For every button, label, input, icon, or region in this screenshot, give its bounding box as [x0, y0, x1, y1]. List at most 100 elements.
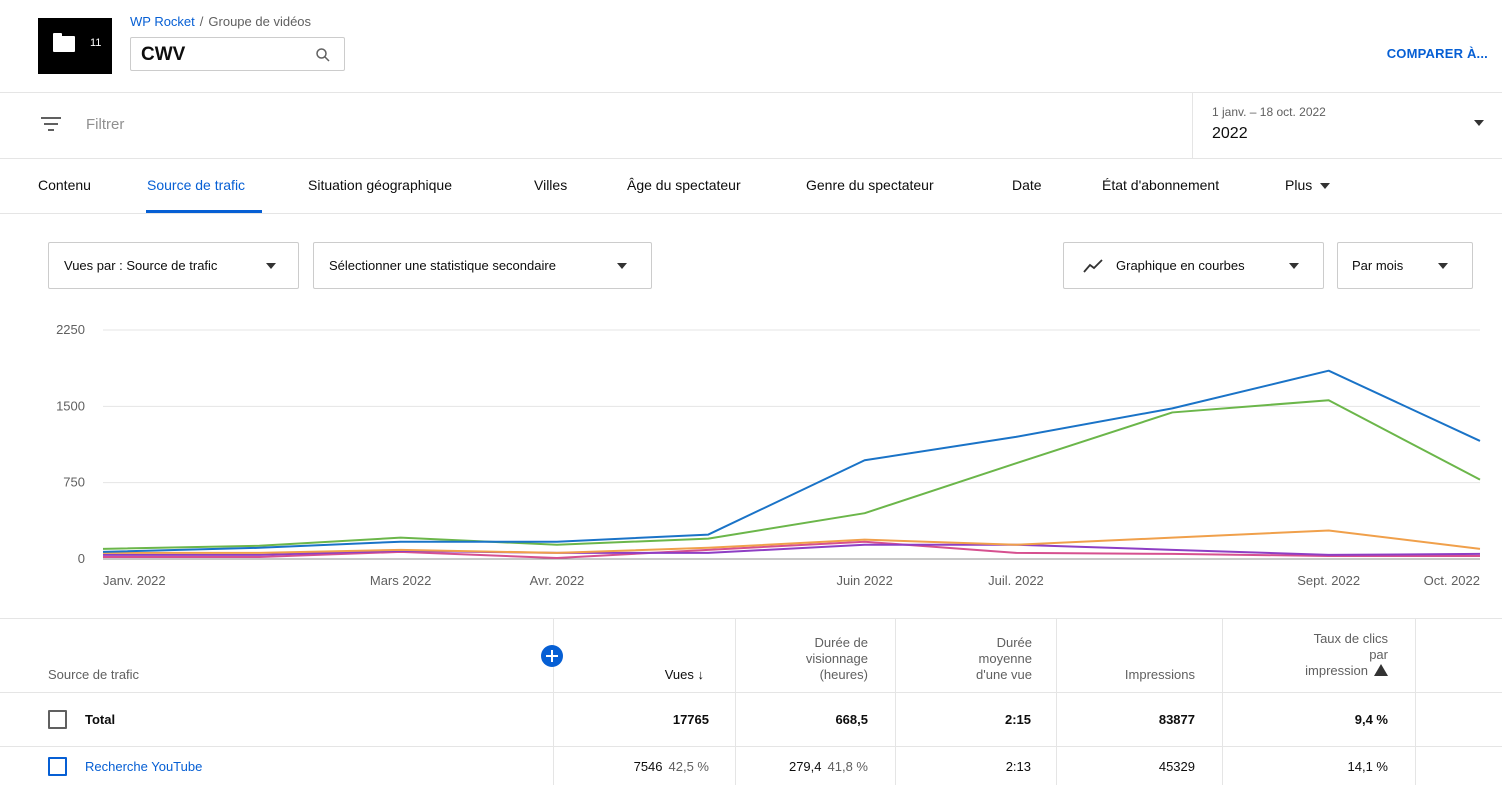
sort-arrow-down-icon: ↓ [697, 667, 705, 682]
tab-source-de-trafic[interactable]: Source de trafic [147, 177, 245, 193]
header-watch-time[interactable]: Durée de visionnage (heures) [740, 635, 868, 683]
row-views-value: 7546 [633, 759, 663, 774]
row-checkbox[interactable] [48, 757, 67, 776]
tab-genre-spectateur[interactable]: Genre du spectateur [806, 177, 934, 193]
filter-icon[interactable] [40, 115, 62, 133]
chevron-down-icon[interactable] [1474, 120, 1484, 126]
secondary-stat-label: Sélectionner une statistique secondaire [329, 258, 556, 273]
header-views[interactable]: Vues ↓ [560, 667, 704, 683]
column-divider [1415, 619, 1416, 785]
add-column-icon[interactable] [541, 645, 563, 667]
y-tick-label-3: 2250 [56, 322, 85, 337]
tab-plus-label: Plus [1285, 177, 1313, 193]
row-views: 7546 42,5 % [634, 759, 709, 774]
secondary-stat-dropdown[interactable]: Sélectionner une statistique secondaire [313, 242, 652, 289]
group-name-value[interactable]: CWV [141, 44, 185, 66]
views-by-label: Vues par : Source de trafic [64, 258, 218, 273]
row-watch-value: 279,4 [788, 759, 822, 774]
row-total-name: Total [85, 712, 116, 727]
chart-type-dropdown[interactable]: Graphique en courbes [1063, 242, 1324, 289]
header-avg-duration-line3: d'une vue [976, 667, 1032, 682]
total-checkbox[interactable] [48, 710, 67, 729]
tab-villes[interactable]: Villes [534, 177, 567, 193]
row-total-ctr: 9,4 % [1354, 712, 1388, 727]
header-ctr-line2: par [1369, 647, 1388, 662]
chart-type-label: Graphique en courbes [1116, 258, 1245, 273]
row-source-link[interactable]: Recherche YouTube [85, 759, 202, 774]
period-dropdown[interactable]: Par mois [1337, 242, 1473, 289]
y-tick-label-1: 750 [63, 475, 85, 490]
analytics-tabs: Contenu Source de trafic Situation géogr… [0, 160, 1502, 214]
x-tick-label-0: Janv. 2022 [103, 573, 166, 588]
line-chart-icon [1083, 259, 1103, 273]
row-impressions: 45329 [1158, 759, 1195, 774]
period-label: Par mois [1352, 258, 1404, 273]
header-watch-time-line2: visionnage [805, 651, 868, 666]
header-watch-time-line1: Durée de [814, 635, 868, 650]
column-divider [895, 619, 896, 785]
compare-button[interactable]: COMPARER À... [1387, 46, 1488, 61]
breadcrumb-separator: / [199, 14, 204, 29]
breadcrumb: WP Rocket / Groupe de vidéos [130, 14, 311, 29]
date-range-year: 2022 [1212, 125, 1248, 142]
row-watch-percent: 41,8 % [827, 759, 868, 774]
x-tick-label-4: Juil. 2022 [988, 573, 1044, 588]
column-divider [553, 619, 554, 785]
tab-age-spectateur[interactable]: Âge du spectateur [627, 177, 741, 193]
header: 11 WP Rocket / Groupe de vidéos CWV COMPAR… [0, 0, 1502, 93]
series-line-1[interactable] [102, 399, 1481, 550]
column-divider [735, 619, 736, 785]
date-range-selector[interactable]: 1 janv. – 18 oct. 2022 2022 [1192, 93, 1502, 158]
chevron-down-icon [1320, 183, 1331, 190]
views-line-chart: 0 750 1500 2250 Janv. 2022 Mars 2022 Avr. 2022… [0, 300, 1502, 605]
column-divider [1222, 619, 1223, 785]
header-ctr[interactable]: Taux de clics par impression [1226, 631, 1388, 679]
row-total-avg: 2:15 [1004, 712, 1031, 727]
breadcrumb-section: Groupe de vidéos [208, 14, 312, 29]
header-avg-duration-line2: moyenne [978, 651, 1032, 666]
header-impressions[interactable]: Impressions [1060, 667, 1195, 683]
tab-situation-geographique[interactable]: Situation géographique [308, 177, 452, 193]
header-views-label: Vues [664, 667, 694, 682]
x-tick-label-6: Oct. 2022 [1424, 573, 1480, 588]
folder-count: 11 [90, 37, 102, 49]
header-watch-time-line3: (heures) [819, 667, 868, 682]
row-watch: 279,4 41,8 % [789, 759, 868, 774]
group-search-field[interactable]: CWV [130, 37, 345, 71]
chevron-down-icon [617, 263, 627, 269]
filter-bar: Filtrer 1 janv. – 18 oct. 2022 2022 [0, 93, 1502, 159]
filter-input[interactable]: Filtrer [86, 116, 124, 133]
folder-icon [53, 33, 75, 52]
y-tick-label-2: 1500 [56, 398, 85, 413]
header-avg-duration-line1: Durée [996, 635, 1032, 650]
row-divider [0, 692, 1502, 693]
warning-icon[interactable] [1374, 664, 1388, 676]
tab-plus[interactable]: Plus [1285, 177, 1331, 193]
tab-date[interactable]: Date [1012, 177, 1042, 193]
header-ctr-line3: impression [1305, 663, 1368, 678]
date-range-text: 1 janv. – 18 oct. 2022 [1212, 105, 1326, 119]
row-ctr: 14,1 % [1347, 759, 1388, 774]
header-source: Source de trafic [48, 667, 140, 682]
row-total-watch: 668,5 [835, 712, 868, 727]
row-avg: 2:13 [1005, 759, 1031, 774]
chevron-down-icon [266, 263, 276, 269]
traffic-source-table: Source de trafic Vues ↓ Durée de visionn… [0, 618, 1502, 785]
x-tick-label-5: Sept. 2022 [1297, 573, 1360, 588]
x-tick-label-2: Avr. 2022 [530, 573, 585, 588]
x-tick-label-3: Juin 2022 [836, 573, 892, 588]
header-avg-duration[interactable]: Durée moyenne d'une vue [900, 635, 1032, 683]
chevron-down-icon [1438, 263, 1448, 269]
breadcrumb-channel-link[interactable]: WP Rocket [130, 14, 195, 29]
row-views-percent: 42,5 % [668, 759, 709, 774]
y-tick-label-0: 0 [78, 551, 85, 566]
chevron-down-icon [1289, 263, 1299, 269]
search-icon[interactable] [314, 46, 332, 64]
tab-contenu[interactable]: Contenu [38, 177, 91, 193]
tab-etat-abonnement[interactable]: État d'abonnement [1102, 177, 1219, 193]
active-tab-indicator [146, 210, 262, 213]
group-thumbnail[interactable]: 11 [38, 18, 112, 74]
header-ctr-line1: Taux de clics [1313, 631, 1388, 646]
x-tick-label-1: Mars 2022 [370, 573, 431, 588]
views-by-dropdown[interactable]: Vues par : Source de trafic [48, 242, 299, 289]
